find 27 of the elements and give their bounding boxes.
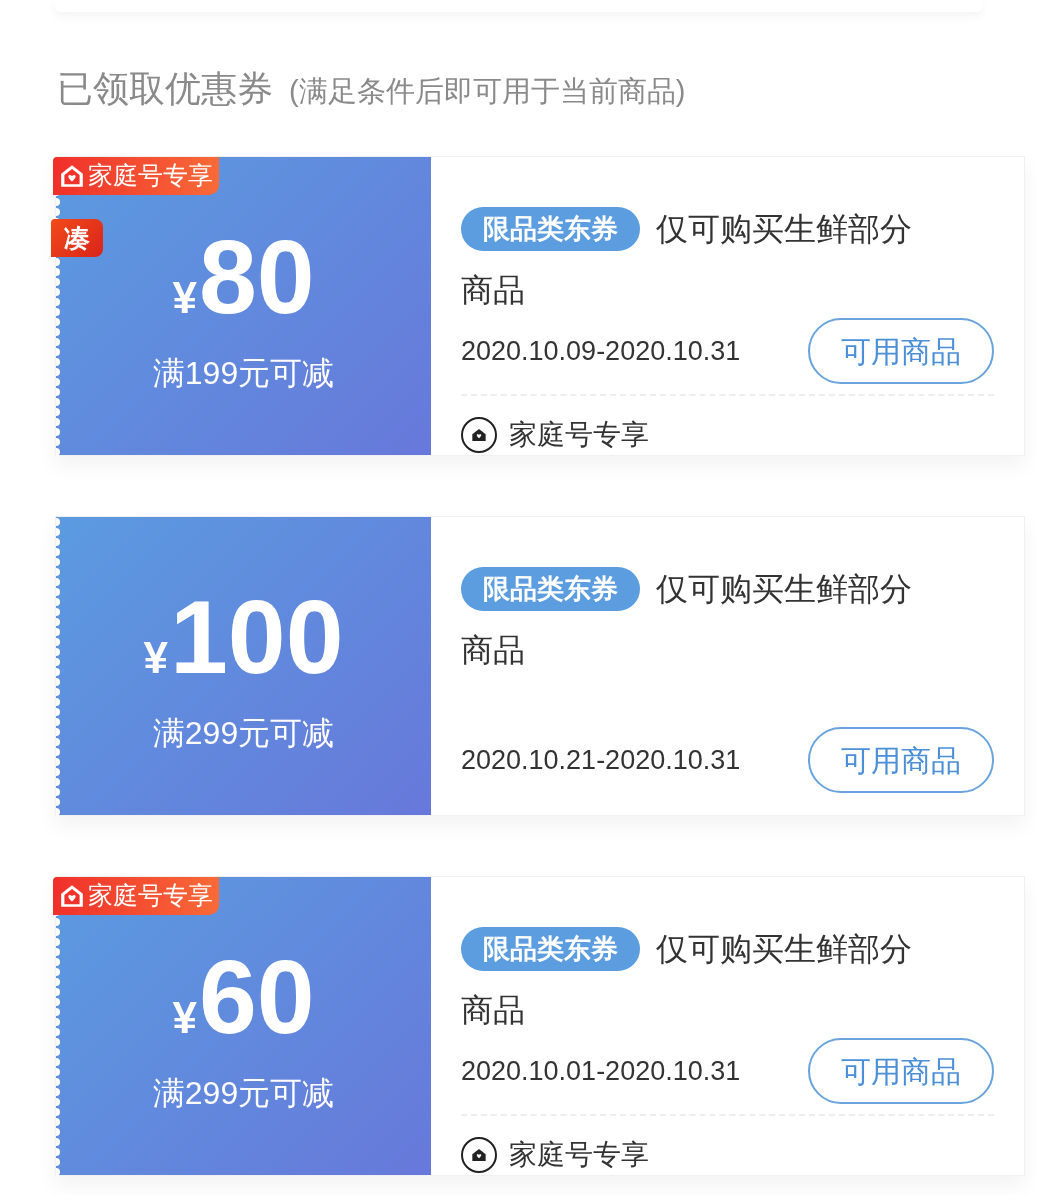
coupon-description: 限品类东券 仅可购买生鲜部分商品 [461,917,916,1039]
house-icon [59,163,85,189]
coupon-amount: 60 [198,945,315,1049]
validity-period: 2020.10.21-2020.10.31 [461,743,741,777]
available-products-button[interactable]: 可用商品 [808,318,994,385]
validity-period: 2020.10.01-2020.10.31 [461,1054,741,1088]
currency-symbol: ¥ [143,632,168,684]
family-exclusive-label: 家庭号专享 [509,418,649,453]
house-icon [59,883,85,909]
stack-badge: 凑 [51,219,103,257]
section-title: 已领取优惠券 [57,67,273,111]
coupon-description: 限品类东券 仅可购买生鲜部分商品 [461,557,916,679]
family-badge: 家庭号专享 [53,157,219,195]
coupon-condition: 满299元可减 [152,1074,335,1113]
coupon-condition: 满199元可减 [152,354,335,393]
coupon-condition: 满299元可减 [152,714,335,753]
family-badge: 家庭号专享 [53,877,219,915]
available-products-button[interactable]: 可用商品 [808,727,994,793]
currency-symbol: ¥ [172,992,197,1044]
coupon-amount: 80 [198,225,315,329]
available-products-button[interactable]: 可用商品 [808,1038,994,1105]
coupon-amount: 100 [169,585,344,689]
section-note: (满足条件后即可用于当前商品) [289,74,686,109]
family-exclusive-label: 家庭号专享 [509,1138,649,1173]
currency-symbol: ¥ [172,272,197,324]
coupon-description: 限品类东券 仅可购买生鲜部分商品 [461,197,916,319]
validity-period: 2020.10.09-2020.10.31 [461,334,741,368]
